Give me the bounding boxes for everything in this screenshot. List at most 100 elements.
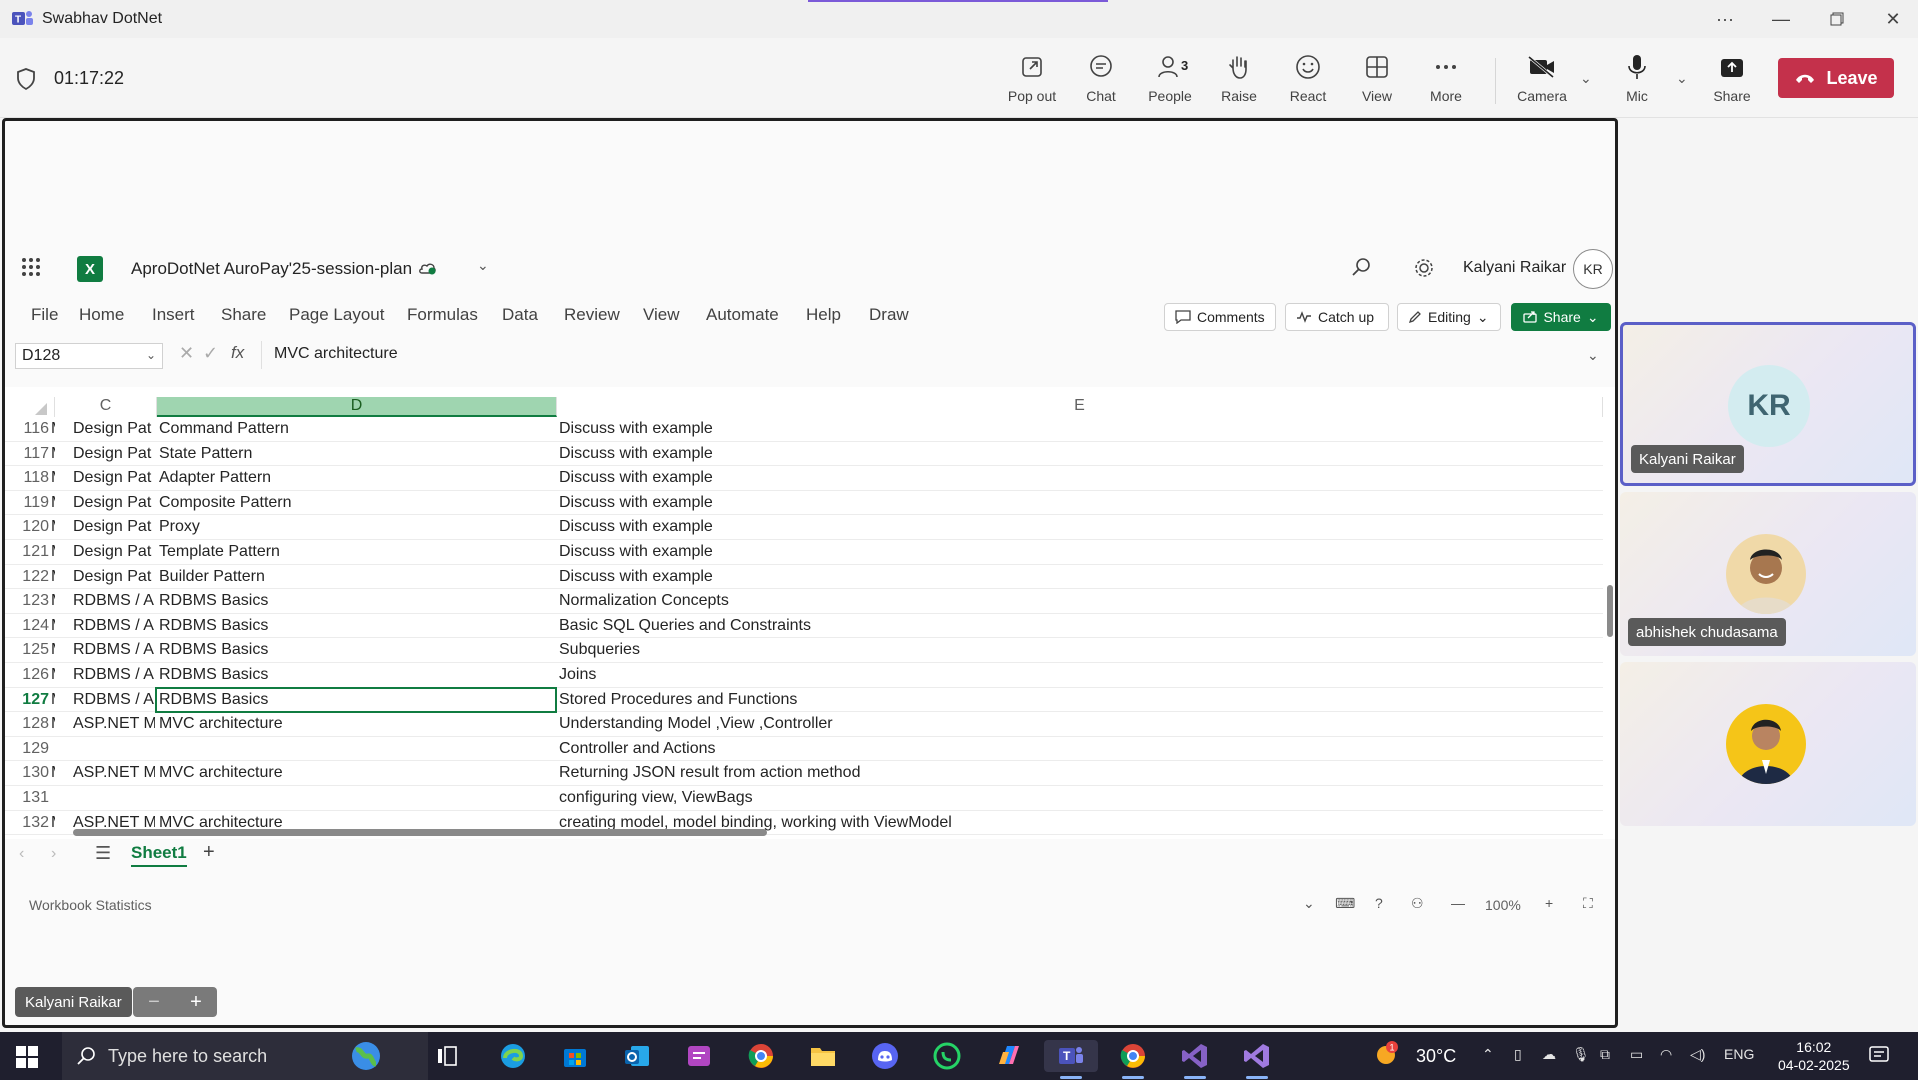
cell-e[interactable]: Discuss with example [557,565,1597,589]
cell-e[interactable]: configuring view, ViewBags [557,786,1597,810]
table-row[interactable]: 119MDesign PatComposite PatternDiscuss w… [5,491,1603,516]
row-number[interactable]: 116 [5,417,51,441]
cell-c[interactable]: Design Pat [57,515,155,539]
volume-icon[interactable]: ◁) [1690,1046,1705,1063]
chrome-icon[interactable] [742,1040,780,1072]
onedrive-icon[interactable]: ☁ [1542,1046,1556,1063]
minimize-button[interactable]: — [1766,6,1796,32]
table-row[interactable]: 125MRDBMS / ARDBMS BasicsSubqueries [5,638,1603,663]
more-button[interactable]: More [1414,52,1478,110]
row-number[interactable]: 124 [5,614,51,638]
mic-options-chevron-icon[interactable]: ⌄ [1676,70,1688,87]
confirm-entry-icon[interactable]: ✓ [203,343,218,364]
wifi-icon[interactable]: ◠ [1660,1046,1672,1063]
share-zoom-in-icon[interactable]: + [190,991,202,1014]
raise-hand-button[interactable]: Raise [1207,52,1271,110]
cell-e[interactable]: Basic SQL Queries and Constraints [557,614,1597,638]
cell-e[interactable]: Discuss with example [557,417,1597,441]
ribbon-tab-view[interactable]: View [643,305,680,325]
table-row[interactable]: 122MDesign PatBuilder PatternDiscuss wit… [5,565,1603,590]
app-launcher-icon[interactable] [21,257,41,277]
cell-c[interactable]: RDBMS / A [57,638,155,662]
share-zoom-control[interactable]: − + [133,987,217,1017]
excel-share-button[interactable]: Share ⌄ [1511,303,1611,331]
row-number[interactable]: 131 [5,786,51,810]
row-number[interactable]: 125 [5,638,51,662]
display-icon[interactable]: ⧉ [1600,1046,1610,1063]
file-explorer-icon[interactable] [804,1040,842,1072]
catch-up-button[interactable]: Catch up [1285,303,1389,331]
restore-button[interactable] [1822,6,1852,32]
column-header-c[interactable]: C [55,397,157,417]
table-row[interactable]: 116MDesign PatCommand PatternDiscuss wit… [5,417,1603,442]
chat-button[interactable]: Chat [1069,52,1133,110]
teams-taskbar-icon[interactable]: T [1044,1040,1098,1079]
globe-widget-icon[interactable] [346,1040,384,1072]
cell-d[interactable]: MVC architecture [157,761,555,785]
windows-start-icon[interactable] [16,1046,38,1068]
table-row[interactable]: 128MASP.NET MMVC architectureUnderstandi… [5,712,1603,737]
cell-b[interactable]: M [51,638,55,662]
tray-overflow-icon[interactable]: ⌃ [1482,1046,1494,1063]
cell-e[interactable]: Discuss with example [557,515,1597,539]
row-number[interactable]: 122 [5,565,51,589]
cell-d[interactable]: Builder Pattern [157,565,555,589]
view-button[interactable]: View [1345,52,1409,110]
cell-b[interactable]: M [51,466,55,490]
participant-tile-3[interactable] [1620,662,1916,826]
copilot-icon[interactable] [990,1040,1028,1072]
cell-d[interactable]: Command Pattern [157,417,555,441]
cell-d[interactable]: Proxy [157,515,555,539]
cell-b[interactable]: M [51,663,55,687]
ribbon-tab-formulas[interactable]: Formulas [407,305,478,325]
edge-icon[interactable] [494,1040,532,1072]
add-sheet-icon[interactable]: + [203,841,215,864]
column-header-d[interactable]: D [157,397,557,417]
row-number[interactable]: 130 [5,761,51,785]
cell-e[interactable]: Understanding Model ,View ,Controller [557,712,1597,736]
visual-studio-icon[interactable] [1176,1040,1214,1079]
zoom-out-icon[interactable]: — [1451,895,1465,911]
cell-d[interactable]: Composite Pattern [157,491,555,515]
task-view-icon[interactable] [428,1040,466,1072]
table-row[interactable]: 129 Controller and Actions [5,737,1603,762]
row-number[interactable]: 121 [5,540,51,564]
cell-e[interactable]: Stored Procedures and Functions [557,688,1597,712]
cell-c[interactable]: Design Pat [57,540,155,564]
visual-studio-2-icon[interactable] [1238,1040,1276,1079]
camera-button[interactable]: Camera [1510,52,1574,110]
cell-d[interactable]: RDBMS Basics [157,589,555,613]
share-zoom-out-icon[interactable]: − [148,991,160,1014]
discord-icon[interactable] [866,1040,904,1072]
table-row[interactable]: 118MDesign PatAdapter PatternDiscuss wit… [5,466,1603,491]
document-title[interactable]: AproDotNet AuroPay'25-session-plan [131,259,412,279]
whatsapp-icon[interactable] [928,1040,966,1072]
leave-button[interactable]: Leave [1778,58,1894,98]
cell-c[interactable]: Design Pat [57,491,155,515]
ribbon-tab-review[interactable]: Review [564,305,620,325]
cell-b[interactable]: M [51,614,55,638]
row-number[interactable]: 126 [5,663,51,687]
table-row[interactable]: 121MDesign PatTemplate PatternDiscuss wi… [5,540,1603,565]
comments-button[interactable]: Comments [1164,303,1276,331]
expand-formula-chevron-icon[interactable]: ⌄ [1587,347,1599,364]
table-row[interactable]: 117MDesign PatState PatternDiscuss with … [5,442,1603,467]
cell-e[interactable]: Discuss with example [557,466,1597,490]
table-row[interactable]: 120MDesign PatProxyDiscuss with example [5,515,1603,540]
cell-c[interactable]: Design Pat [57,466,155,490]
table-row[interactable]: 123MRDBMS / ARDBMS BasicsNormalization C… [5,589,1603,614]
account-avatar[interactable]: KR [1573,249,1613,289]
cell-d[interactable]: Adapter Pattern [157,466,555,490]
cell-b[interactable]: M [51,442,55,466]
cell-c[interactable]: Design Pat [57,417,155,441]
cell-d[interactable]: RDBMS Basics [157,614,555,638]
cell-b[interactable]: M [51,565,55,589]
cell-d[interactable]: MVC architecture [157,712,555,736]
cell-c[interactable]: ASP.NET M [57,761,155,785]
cell-b[interactable]: M [51,540,55,564]
cell-c[interactable]: RDBMS / A [57,663,155,687]
next-sheet-icon[interactable]: › [51,845,56,863]
zoom-in-icon[interactable]: + [1545,895,1553,911]
cell-c[interactable]: Design Pat [57,565,155,589]
cell-d[interactable]: State Pattern [157,442,555,466]
